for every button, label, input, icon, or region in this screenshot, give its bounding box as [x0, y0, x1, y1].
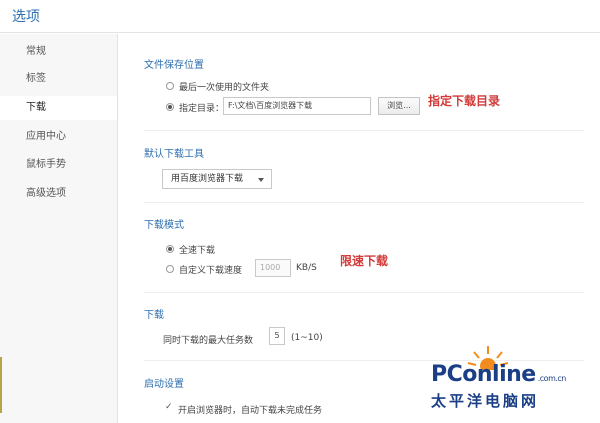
resume-tasks-label: 开启浏览器时，自动下载未完成任务: [178, 406, 323, 416]
speed-limit-field[interactable]: 1000: [255, 259, 291, 277]
sidebar-item-downloads[interactable]: 下载: [0, 96, 117, 120]
annotation-speed: 限速下载: [340, 254, 389, 268]
radio-last-folder[interactable]: [166, 82, 174, 90]
watermark-brand-online: online: [462, 362, 536, 387]
sidebar: 常规 标签 下载 应用中心 鼠标手势 高级选项: [0, 34, 118, 423]
download-tool-select[interactable]: 用百度浏览器下载: [162, 169, 272, 189]
section-title-download-tool: 默认下载工具: [144, 149, 204, 160]
chevron-down-icon: [258, 178, 264, 182]
resume-tasks-checkbox[interactable]: ✓: [165, 403, 174, 412]
max-tasks-field[interactable]: 5: [269, 327, 285, 345]
download-dir-field[interactable]: F:\文档\百度浏览器下载: [223, 97, 371, 115]
radio-custom-speed-label: 自定义下载速度: [179, 266, 243, 276]
speed-unit: KB/S: [296, 263, 317, 273]
radio-specify-dir[interactable]: [166, 103, 174, 111]
sidebar-item-general[interactable]: 常规: [0, 40, 117, 64]
section-title-download-mode: 下载模式: [144, 220, 184, 231]
divider: [144, 202, 584, 203]
watermark-brand-domain: .com.cn: [537, 374, 567, 383]
annotation-dir: 指定下载目录: [428, 94, 501, 108]
sidebar-item-tabs[interactable]: 标签: [0, 67, 117, 91]
radio-full-speed[interactable]: [166, 245, 174, 253]
section-title-save-location: 文件保存位置: [144, 60, 204, 71]
watermark-brand-cn: 太平洋电脑网: [431, 392, 540, 410]
watermark-brand: PConline .com.cn: [431, 362, 566, 387]
window-title: 选项: [12, 9, 40, 25]
divider: [144, 292, 584, 293]
sidebar-item-app-center[interactable]: 应用中心: [0, 125, 117, 149]
radio-last-folder-label: 最后一次使用的文件夹: [179, 83, 270, 93]
watermark-brand-pc: PC: [431, 362, 463, 387]
section-title-startup: 启动设置: [144, 379, 184, 390]
divider: [144, 130, 584, 131]
download-tool-select-value: 用百度浏览器下载: [171, 174, 244, 184]
watermark-logo: PConline .com.cn 太平洋电脑网: [396, 338, 596, 418]
radio-full-speed-label: 全速下载: [179, 246, 216, 256]
radio-specify-dir-label: 指定目录：: [179, 104, 225, 114]
browse-button[interactable]: 浏览...: [378, 97, 420, 115]
sidebar-item-advanced[interactable]: 高级选项: [0, 182, 117, 206]
max-tasks-range: (1~10): [291, 333, 323, 343]
title-bar: 选项: [0, 0, 600, 33]
radio-custom-speed[interactable]: [166, 265, 174, 273]
sidebar-accent-bar: [0, 357, 2, 413]
sidebar-item-mouse-gestures[interactable]: 鼠标手势: [0, 153, 117, 177]
section-title-download: 下载: [144, 310, 164, 321]
max-tasks-label: 同时下载的最大任务数: [163, 336, 254, 346]
